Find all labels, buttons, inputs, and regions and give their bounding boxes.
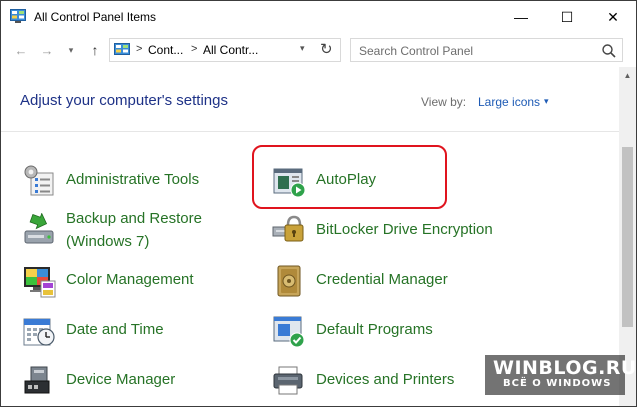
search-input[interactable]: Search Control Panel <box>359 44 473 58</box>
item-label[interactable]: Credential Manager <box>316 270 448 290</box>
back-button[interactable]: ← <box>11 41 31 59</box>
watermark-subtitle: ВСЁ О WINDOWS <box>503 378 612 389</box>
list-item-backup-and-restore[interactable]: Backup and Restore (Windows 7) <box>21 209 221 253</box>
list-item-default-programs[interactable]: Default Programs <box>271 313 471 357</box>
window-title: All Control Panel Items <box>34 10 157 24</box>
up-button[interactable]: ↑ <box>85 41 105 59</box>
list-item-administrative-tools[interactable]: Administrative Tools <box>21 163 221 207</box>
arrow-right-icon: → <box>40 42 54 58</box>
list-item-bitlocker[interactable]: BitLocker Drive Encryption <box>271 213 511 257</box>
date-time-icon <box>23 318 55 346</box>
watermark: WINBLOG.RU ВСЁ О WINDOWS <box>485 355 636 395</box>
refresh-icon: ↻ <box>320 41 333 58</box>
list-item-date-and-time[interactable]: Date and Time <box>21 313 221 357</box>
chevron-down-icon: ▾ <box>68 44 74 55</box>
title-bar[interactable]: All Control Panel Items — ☐ ✕ <box>1 1 636 33</box>
list-item-devices-and-printers[interactable]: Devices and Printers <box>271 363 471 406</box>
item-label[interactable]: Backup and Restore <box>66 209 202 229</box>
item-label[interactable]: (Windows 7) <box>66 232 149 252</box>
navigation-bar: ← → ▾ ↑ > Cont... > All Contr... ▾ ↻ Sea… <box>1 33 636 67</box>
breadcrumb-separator[interactable]: > <box>191 43 197 55</box>
view-by-dropdown[interactable]: Large icons <box>478 95 540 109</box>
close-button[interactable]: ✕ <box>590 1 636 33</box>
autoplay-highlight <box>252 145 447 209</box>
scroll-thumb[interactable] <box>622 147 633 327</box>
bitlocker-icon <box>272 215 304 242</box>
control-panel-icon <box>114 43 130 55</box>
breadcrumb-item[interactable]: All Contr... <box>203 43 258 57</box>
backup-restore-icon <box>24 213 54 244</box>
close-icon: ✕ <box>607 8 619 25</box>
arrow-up-icon: ↑ <box>91 42 99 58</box>
item-label[interactable]: Date and Time <box>66 320 164 340</box>
item-label[interactable]: Administrative Tools <box>66 170 199 190</box>
control-panel-icon <box>10 9 26 23</box>
item-label[interactable]: Color Management <box>66 270 194 290</box>
item-label[interactable]: BitLocker Drive Encryption <box>316 220 493 240</box>
color-management-icon <box>24 267 56 298</box>
search-icon[interactable] <box>601 43 617 59</box>
devices-printers-icon <box>273 366 303 395</box>
list-item-credential-manager[interactable]: Credential Manager <box>271 263 471 307</box>
minimize-icon: — <box>514 9 528 25</box>
item-label[interactable]: Default Programs <box>316 320 433 340</box>
forward-button[interactable]: → <box>37 41 57 59</box>
watermark-title: WINBLOG.RU <box>493 357 637 379</box>
refresh-button[interactable]: ↻ <box>320 40 333 58</box>
device-manager-icon <box>24 366 50 394</box>
list-item-device-manager[interactable]: Device Manager <box>21 363 221 406</box>
item-label[interactable]: Device Manager <box>66 370 175 390</box>
maximize-icon: ☐ <box>560 8 574 25</box>
minimize-button[interactable]: — <box>498 1 544 33</box>
maximize-button[interactable]: ☐ <box>544 1 590 33</box>
address-history-button[interactable]: ▾ <box>300 43 305 54</box>
credential-manager-icon <box>277 265 301 297</box>
control-panel-window: All Control Panel Items — ☐ ✕ ← → ▾ ↑ > … <box>0 0 637 407</box>
search-box[interactable]: Search Control Panel <box>350 38 623 62</box>
divider <box>1 131 619 132</box>
chevron-up-icon: ▲ <box>623 71 632 80</box>
page-title: Adjust your computer's settings <box>20 92 228 109</box>
scroll-up-button[interactable]: ▲ <box>619 67 636 84</box>
breadcrumb-separator[interactable]: > <box>136 43 142 55</box>
administrative-tools-icon <box>24 165 54 196</box>
breadcrumb-item[interactable]: Cont... <box>148 43 183 57</box>
address-bar[interactable]: > Cont... > All Contr... ▾ ↻ <box>109 38 341 62</box>
default-programs-icon <box>273 316 305 348</box>
recent-locations-button[interactable]: ▾ <box>61 41 81 59</box>
chevron-down-icon: ▾ <box>300 43 305 53</box>
list-item-color-management[interactable]: Color Management <box>21 263 221 307</box>
chevron-down-icon[interactable]: ▾ <box>544 96 549 107</box>
view-by-label: View by: <box>421 95 467 109</box>
arrow-left-icon: ← <box>14 42 28 58</box>
item-label[interactable]: Devices and Printers <box>316 370 454 390</box>
